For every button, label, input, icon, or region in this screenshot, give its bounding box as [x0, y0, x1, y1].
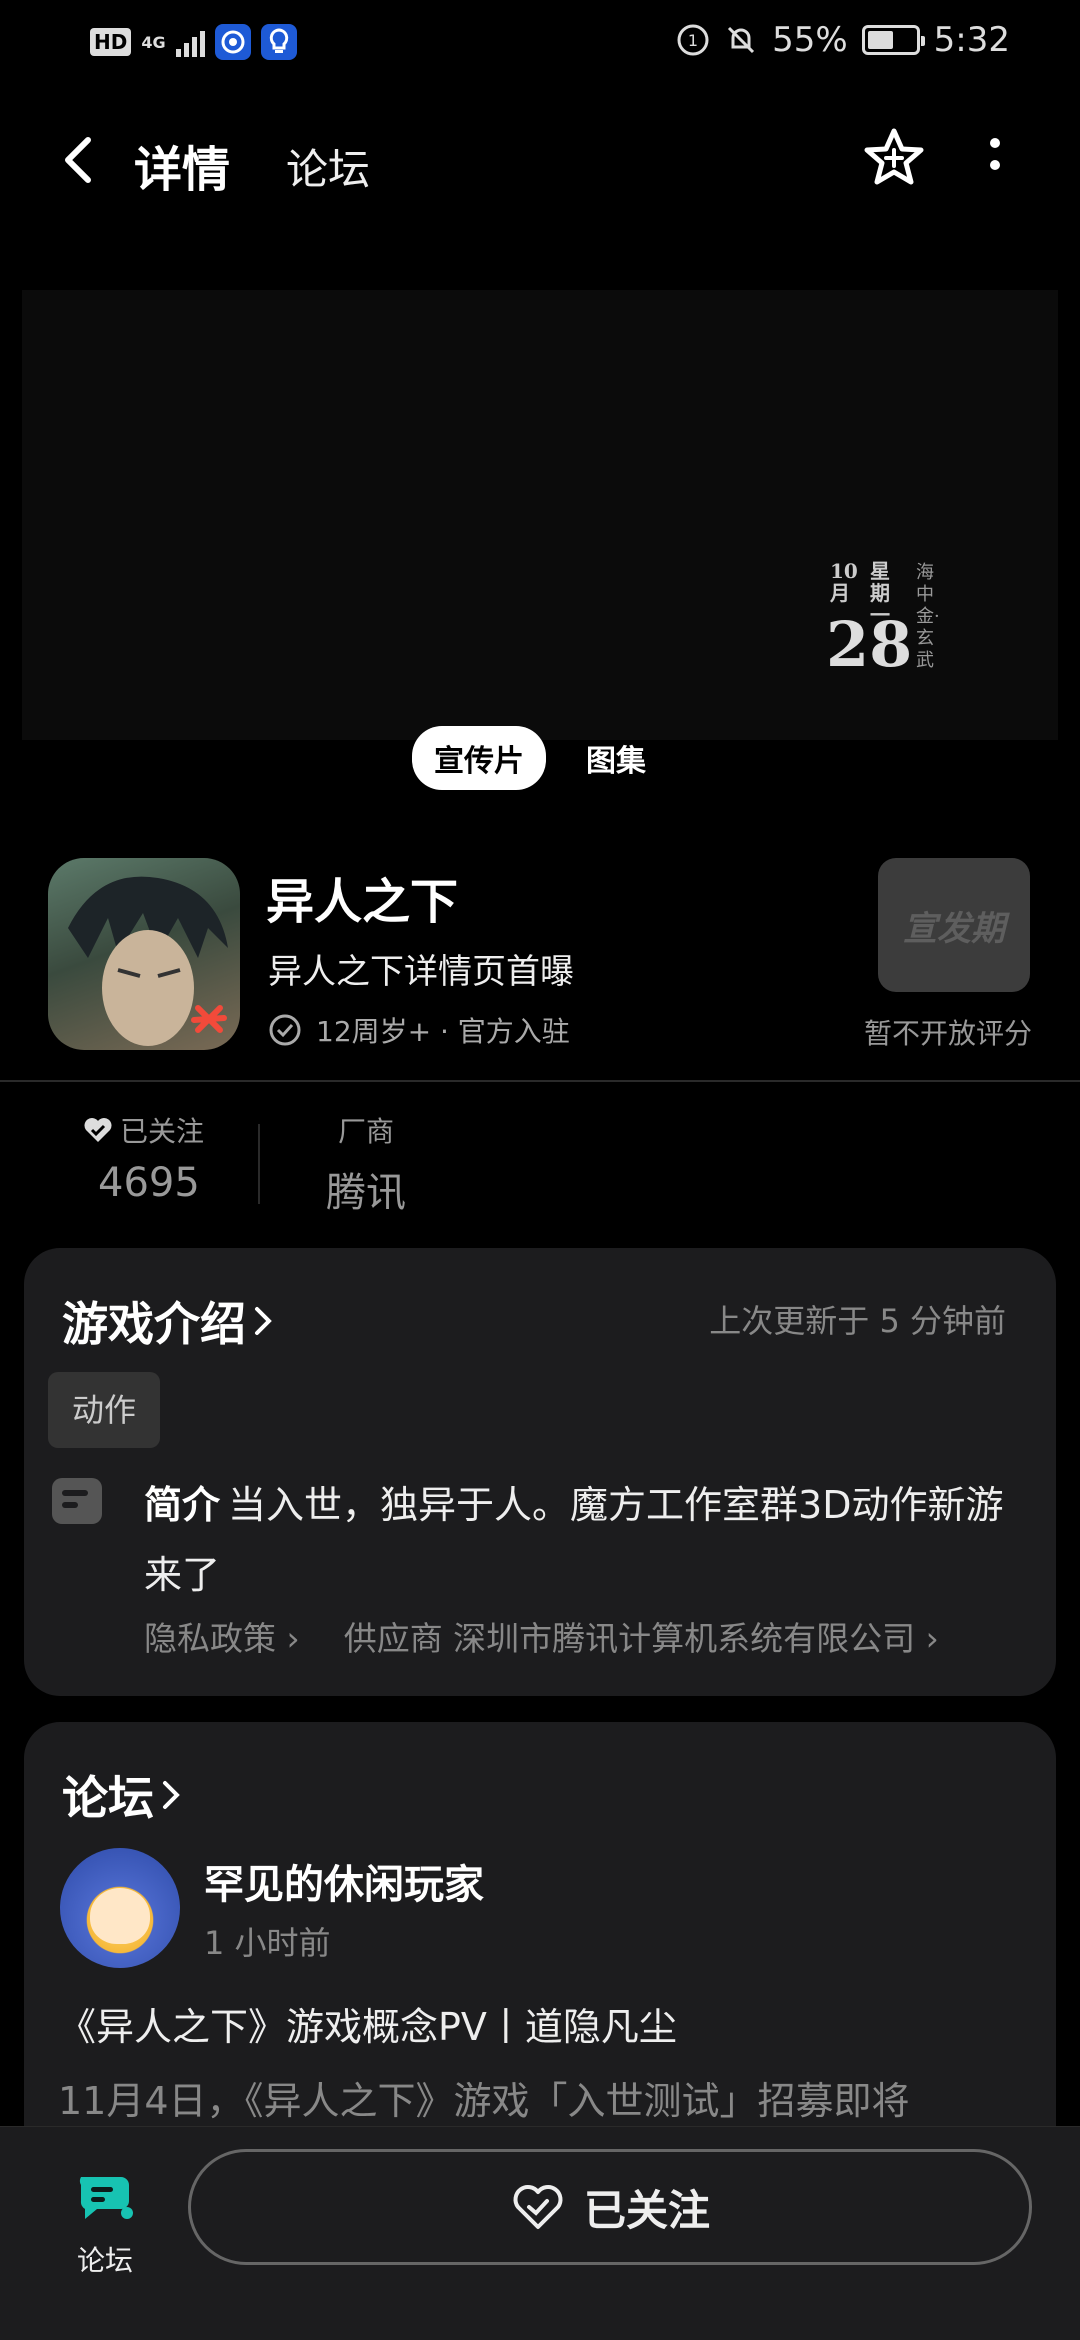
heart-check-icon — [84, 1118, 112, 1142]
tab-detail[interactable]: 详情 — [130, 130, 234, 200]
lightbulb-app-icon — [260, 24, 297, 60]
poster-avatar[interactable] — [60, 1848, 180, 1968]
rating-badge: 宣发期 — [878, 858, 1030, 992]
rating-badge-text: 宣发期 — [903, 908, 1005, 949]
status-left-icons: HD 4G — [90, 24, 297, 60]
tab-gallery[interactable]: 图集 — [564, 726, 668, 790]
game-subtitle: 异人之下详情页首曝 — [268, 952, 574, 992]
forum-nav-label: 论坛 — [76, 2244, 133, 2277]
poster-name[interactable]: 罕见的休闲玩家 — [204, 1852, 484, 1910]
calendar-month: 10月 — [830, 559, 858, 605]
battery-percent: 55% — [772, 20, 848, 60]
status-right-icons: 1 55% 5:32 — [676, 20, 1010, 60]
chat-bubble-icon — [79, 2177, 133, 2219]
post-time: 1 小时前 — [204, 1924, 331, 1962]
svg-text:1: 1 — [688, 31, 698, 50]
follow-button-label: 已关注 — [583, 2185, 710, 2235]
promo-video-player[interactable]: 10月 星期一 28 海中金·玄武 — [22, 290, 1058, 740]
game-description: 简介 当入世，独异于人。魔方工作室群3D动作新游来了 — [144, 1470, 1024, 1610]
calendar-day: 28 — [826, 608, 913, 681]
calendar-graphic: 10月 星期一 28 海中金·玄武 — [802, 552, 962, 712]
followers-label: 已关注 — [82, 1110, 204, 1150]
privacy-policy-label: 隐私政策 — [144, 1619, 276, 1658]
chevron-right-icon — [255, 1307, 272, 1335]
age-rating-text: 12周岁+ · 官方入驻 — [316, 1015, 570, 1048]
vendor-name[interactable]: 腾讯 — [326, 1160, 406, 1218]
status-bar: HD 4G 1 55% 5:32 — [0, 0, 1080, 90]
genre-tag[interactable]: 动作 — [48, 1372, 161, 1448]
description-icon — [52, 1478, 102, 1524]
legal-links: 隐私政策 › 供应商 深圳市腾讯计算机系统有限公司 › — [144, 1612, 939, 1660]
calendar-side-text: 海中金·玄武 — [916, 562, 940, 671]
network-type: 4G — [141, 32, 166, 52]
back-arrow-icon[interactable] — [56, 134, 104, 186]
privacy-policy-link[interactable]: 隐私政策 › — [144, 1612, 300, 1660]
tab-forum[interactable]: 论坛 — [286, 136, 370, 197]
game-meta: 12周岁+ · 官方入驻 — [268, 1010, 570, 1050]
tab-detail-label: 详情 — [134, 142, 231, 198]
top-nav: 详情 论坛 — [0, 110, 1080, 210]
media-tabs: 宣传片 图集 — [0, 726, 1080, 790]
heart-check-icon — [513, 2185, 563, 2229]
forum-title: 论坛 — [62, 1771, 154, 1825]
description-body: 当入世，独异于人。魔方工作室群3D动作新游来了 — [144, 1483, 1004, 1597]
favorite-star-icon[interactable] — [862, 126, 926, 190]
forum-header[interactable]: 论坛 — [62, 1762, 182, 1828]
last-updated: 上次更新于 5 分钟前 — [709, 1302, 1006, 1340]
hd-indicator: HD — [90, 28, 132, 56]
post-title[interactable]: 《异人之下》游戏概念PV丨道隐凡尘 — [58, 1996, 677, 2051]
game-intro-card: 游戏介绍 上次更新于 5 分钟前 动作 简介 当入世，独异于人。魔方工作室群3D动… — [24, 1248, 1056, 1696]
followers-label-text: 已关注 — [120, 1115, 205, 1148]
browser-app-icon — [214, 24, 251, 60]
forum-nav-button[interactable]: 论坛 — [60, 2167, 150, 2279]
clock: 5:32 — [933, 20, 1010, 60]
vendor-label: 厂商 — [338, 1115, 395, 1148]
intro-title: 游戏介绍 — [62, 1297, 246, 1351]
supplier-label: 供应商 深圳市腾讯计算机系统有限公司 — [343, 1619, 916, 1658]
chevron-right-icon — [163, 1781, 180, 1809]
stat-separator — [258, 1124, 260, 1204]
intro-header[interactable]: 游戏介绍 — [62, 1288, 274, 1354]
game-app-icon — [48, 858, 240, 1050]
nfc-icon: 1 — [677, 24, 709, 56]
mute-bell-icon — [728, 26, 755, 54]
follow-button[interactable]: 已关注 — [188, 2149, 1032, 2265]
rating-status: 暂不开放评分 — [864, 1017, 1033, 1050]
signal-icon — [175, 27, 205, 57]
tab-promo-video[interactable]: 宣传片 — [412, 726, 546, 790]
description-label: 简介 — [144, 1483, 221, 1527]
followers-count: 4695 — [98, 1160, 200, 1206]
supplier-link[interactable]: 供应商 深圳市腾讯计算机系统有限公司 › — [344, 1612, 939, 1660]
battery-icon — [861, 25, 925, 55]
game-title: 异人之下 — [266, 874, 459, 930]
post-excerpt[interactable]: 11月4日，《异人之下》游戏「入世测试」招募即将 — [58, 2070, 910, 2125]
more-options-icon[interactable] — [988, 134, 1002, 184]
section-divider — [0, 1080, 1080, 1082]
bottom-action-bar: 论坛 已关注 — [0, 2126, 1080, 2340]
check-circle-icon — [269, 1014, 301, 1046]
